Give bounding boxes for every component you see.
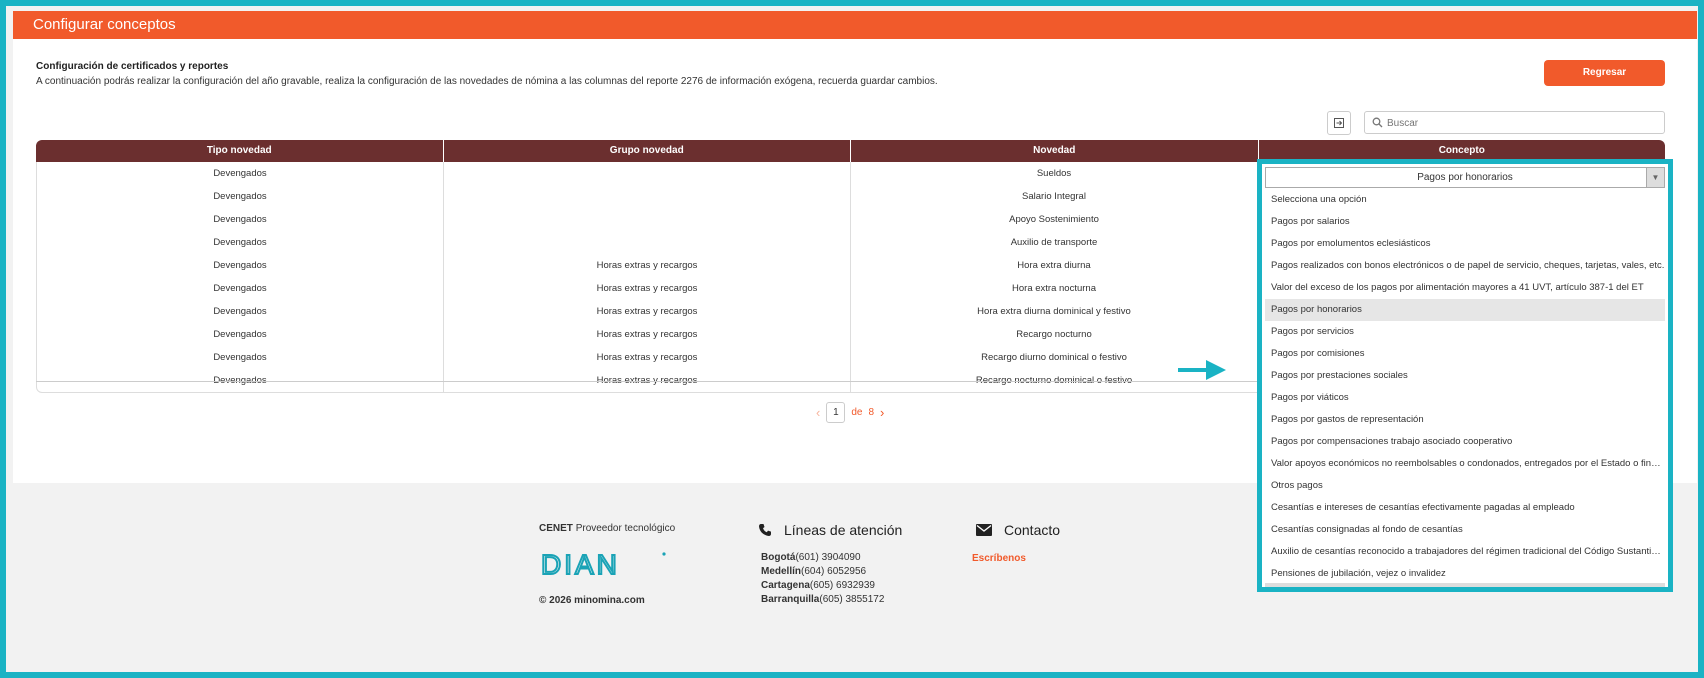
option-item[interactable]: Valor apoyos económicos no reembolsables… bbox=[1265, 453, 1665, 475]
header-tipo-novedad[interactable]: Tipo novedad bbox=[36, 140, 444, 162]
cell-grupo bbox=[444, 208, 851, 231]
current-page[interactable]: 1 bbox=[826, 402, 846, 423]
phone-lines: Bogotá(601) 3904090 Medellín(604) 605295… bbox=[761, 551, 884, 607]
phone-city: Cartagena bbox=[761, 580, 810, 591]
phone-number: (605) 6932939 bbox=[809, 580, 875, 591]
pagination-of-label: de bbox=[851, 407, 863, 418]
cell-novedad: Hora extra nocturna bbox=[851, 277, 1258, 300]
option-item[interactable]: Pagos por viáticos bbox=[1265, 387, 1665, 409]
cell-grupo: Horas extras y recargos bbox=[444, 323, 851, 346]
contact-title-text: Contacto bbox=[1004, 522, 1061, 538]
cell-tipo: Devengados bbox=[37, 208, 444, 231]
phone-number: (601) 3904090 bbox=[795, 552, 861, 563]
concept-select-value: Pagos por honorarios bbox=[1417, 172, 1513, 183]
phone-number: (604) 6052956 bbox=[801, 566, 867, 577]
cenet-text: CENET Proveedor tecnológico bbox=[539, 523, 675, 534]
cell-novedad: Hora extra diurna dominical y festivo bbox=[851, 300, 1258, 323]
cell-novedad: Recargo nocturno bbox=[851, 323, 1258, 346]
option-item[interactable]: Pagos por gastos de representación bbox=[1265, 409, 1665, 431]
cell-tipo: Devengados bbox=[37, 162, 444, 185]
option-item[interactable]: Pagos por prestaciones sociales bbox=[1265, 365, 1665, 387]
dian-logo: DIAN bbox=[540, 550, 666, 578]
cell-novedad: Auxilio de transporte bbox=[851, 231, 1258, 254]
header-novedad[interactable]: Novedad bbox=[851, 140, 1259, 162]
back-button[interactable]: Regresar bbox=[1544, 60, 1665, 86]
cell-grupo bbox=[444, 185, 851, 208]
export-icon bbox=[1334, 118, 1344, 128]
envelope-icon bbox=[976, 524, 992, 536]
phone-line: Bogotá(601) 3904090 bbox=[761, 551, 884, 565]
cenet-description: Proveedor tecnológico bbox=[575, 523, 676, 534]
option-item[interactable]: Pagos por compensaciones trabajo asociad… bbox=[1265, 431, 1665, 453]
option-item[interactable]: Valor del exceso de los pagos por alimen… bbox=[1265, 277, 1665, 299]
phone-city: Bogotá bbox=[761, 552, 796, 563]
cell-grupo bbox=[444, 162, 851, 185]
prev-page-icon[interactable]: ‹ bbox=[816, 405, 820, 420]
option-item[interactable]: Pagos por salarios bbox=[1265, 211, 1665, 233]
phone-icon bbox=[759, 524, 771, 536]
phone-line: Barranquilla(605) 3855172 bbox=[761, 593, 884, 607]
chevron-down-icon[interactable]: ▼ bbox=[1646, 168, 1664, 187]
arrow-right-icon bbox=[1178, 360, 1226, 380]
next-page-icon[interactable]: › bbox=[880, 405, 884, 420]
cell-grupo: Horas extras y recargos bbox=[444, 300, 851, 323]
cell-tipo: Devengados bbox=[37, 254, 444, 277]
cell-novedad: Apoyo Sostenimiento bbox=[851, 208, 1258, 231]
lines-title-text: Líneas de atención bbox=[784, 522, 903, 538]
header-grupo-novedad[interactable]: Grupo novedad bbox=[444, 140, 851, 162]
phone-city: Barranquilla bbox=[761, 594, 820, 605]
export-button[interactable] bbox=[1327, 111, 1351, 135]
cell-tipo: Devengados bbox=[37, 300, 444, 323]
search-input[interactable] bbox=[1387, 114, 1657, 132]
search-box bbox=[1364, 111, 1665, 134]
page-title: Configurar conceptos bbox=[13, 11, 1697, 39]
concept-select[interactable]: Pagos por honorarios ▼ bbox=[1265, 167, 1665, 188]
cell-novedad: Salario Integral bbox=[851, 185, 1258, 208]
cell-novedad: Sueldos bbox=[851, 162, 1258, 185]
phone-number: (605) 3855172 bbox=[819, 594, 885, 605]
dian-logo-text: DIAN bbox=[541, 550, 620, 578]
search-icon bbox=[1372, 117, 1383, 128]
cell-tipo: Devengados bbox=[37, 323, 444, 346]
option-item[interactable]: Pagos por servicios bbox=[1265, 321, 1665, 343]
phone-line: Cartagena(605) 6932939 bbox=[761, 579, 884, 593]
intro-text: A continuación podrás realizar la config… bbox=[36, 76, 938, 87]
pagination: ‹ 1 de 8 › bbox=[816, 402, 884, 423]
phone-city: Medellín bbox=[761, 566, 802, 577]
cell-grupo bbox=[444, 231, 851, 254]
cenet-brand: CENET bbox=[539, 523, 573, 534]
cell-tipo: Devengados bbox=[37, 346, 444, 369]
cell-novedad: Hora extra diurna bbox=[851, 254, 1258, 277]
cell-tipo: Devengados bbox=[37, 277, 444, 300]
app-frame: Configurar conceptos Configuración de ce… bbox=[6, 6, 1698, 672]
lines-title: Líneas de atención bbox=[758, 522, 902, 538]
cell-tipo: Devengados bbox=[37, 231, 444, 254]
option-item[interactable]: Pagos por emolumentos eclesiásticos bbox=[1265, 233, 1665, 255]
option-item[interactable]: Pagos realizados con bonos electrónicos … bbox=[1265, 255, 1665, 277]
copyright: © 2026 minomina.com bbox=[539, 595, 645, 606]
contact-link[interactable]: Escríbenos bbox=[972, 553, 1026, 564]
pagination-total: 8 bbox=[868, 407, 875, 418]
cell-grupo: Horas extras y recargos bbox=[444, 254, 851, 277]
cell-tipo: Devengados bbox=[37, 185, 444, 208]
phone-line: Medellín(604) 6052956 bbox=[761, 565, 884, 579]
cell-grupo: Horas extras y recargos bbox=[444, 277, 851, 300]
option-item[interactable]: Pagos por comisiones bbox=[1265, 343, 1665, 365]
option-item[interactable]: Selecciona una opción bbox=[1265, 189, 1665, 211]
cell-grupo: Horas extras y recargos bbox=[444, 346, 851, 369]
intro-title: Configuración de certificados y reportes bbox=[36, 61, 229, 72]
contact-title: Contacto bbox=[976, 522, 1060, 538]
option-item-selected[interactable]: Pagos por honorarios bbox=[1265, 299, 1665, 321]
footer: CENET Proveedor tecnológico DIAN © 2026 … bbox=[6, 483, 1698, 672]
